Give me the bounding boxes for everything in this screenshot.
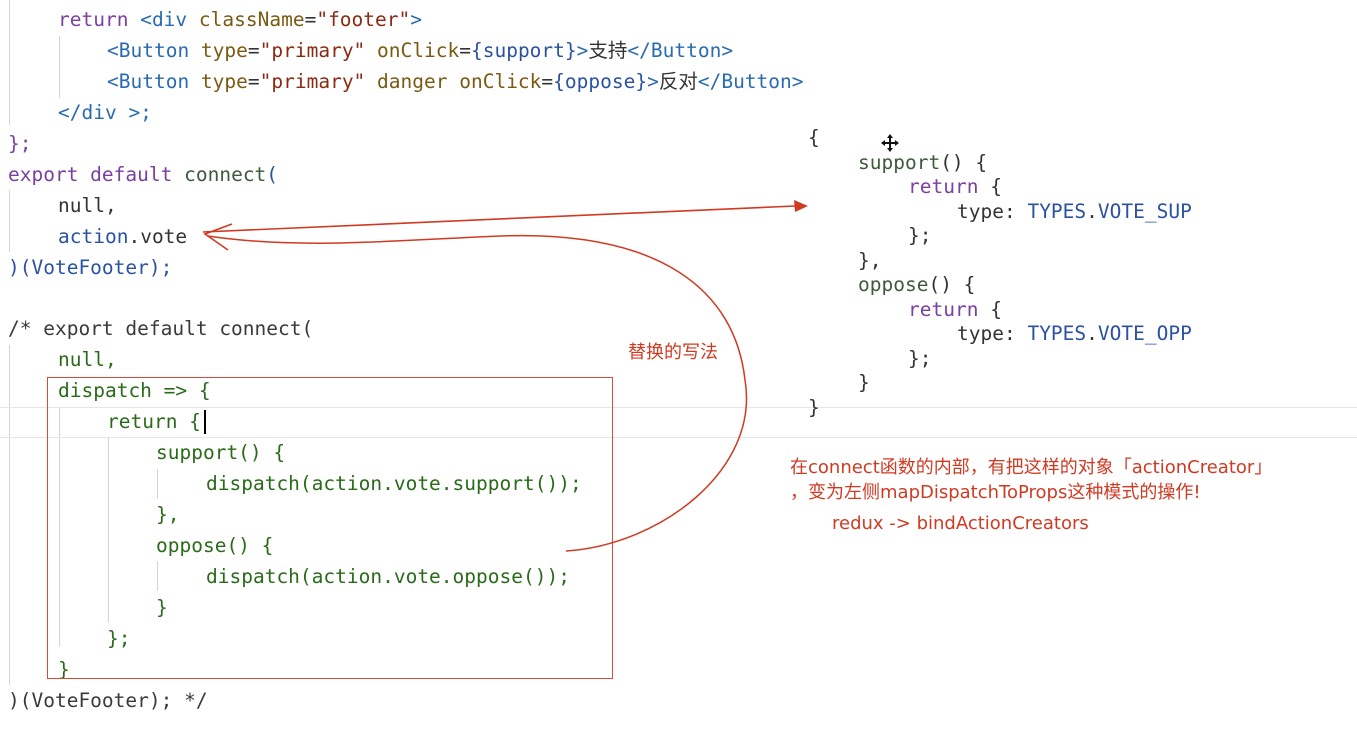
arrow-head-right	[794, 200, 808, 212]
annotation-arrows	[202, 134, 899, 552]
move-cursor-icon	[881, 134, 899, 152]
arrow-to-object	[202, 205, 796, 233]
curve-replace	[207, 234, 748, 552]
